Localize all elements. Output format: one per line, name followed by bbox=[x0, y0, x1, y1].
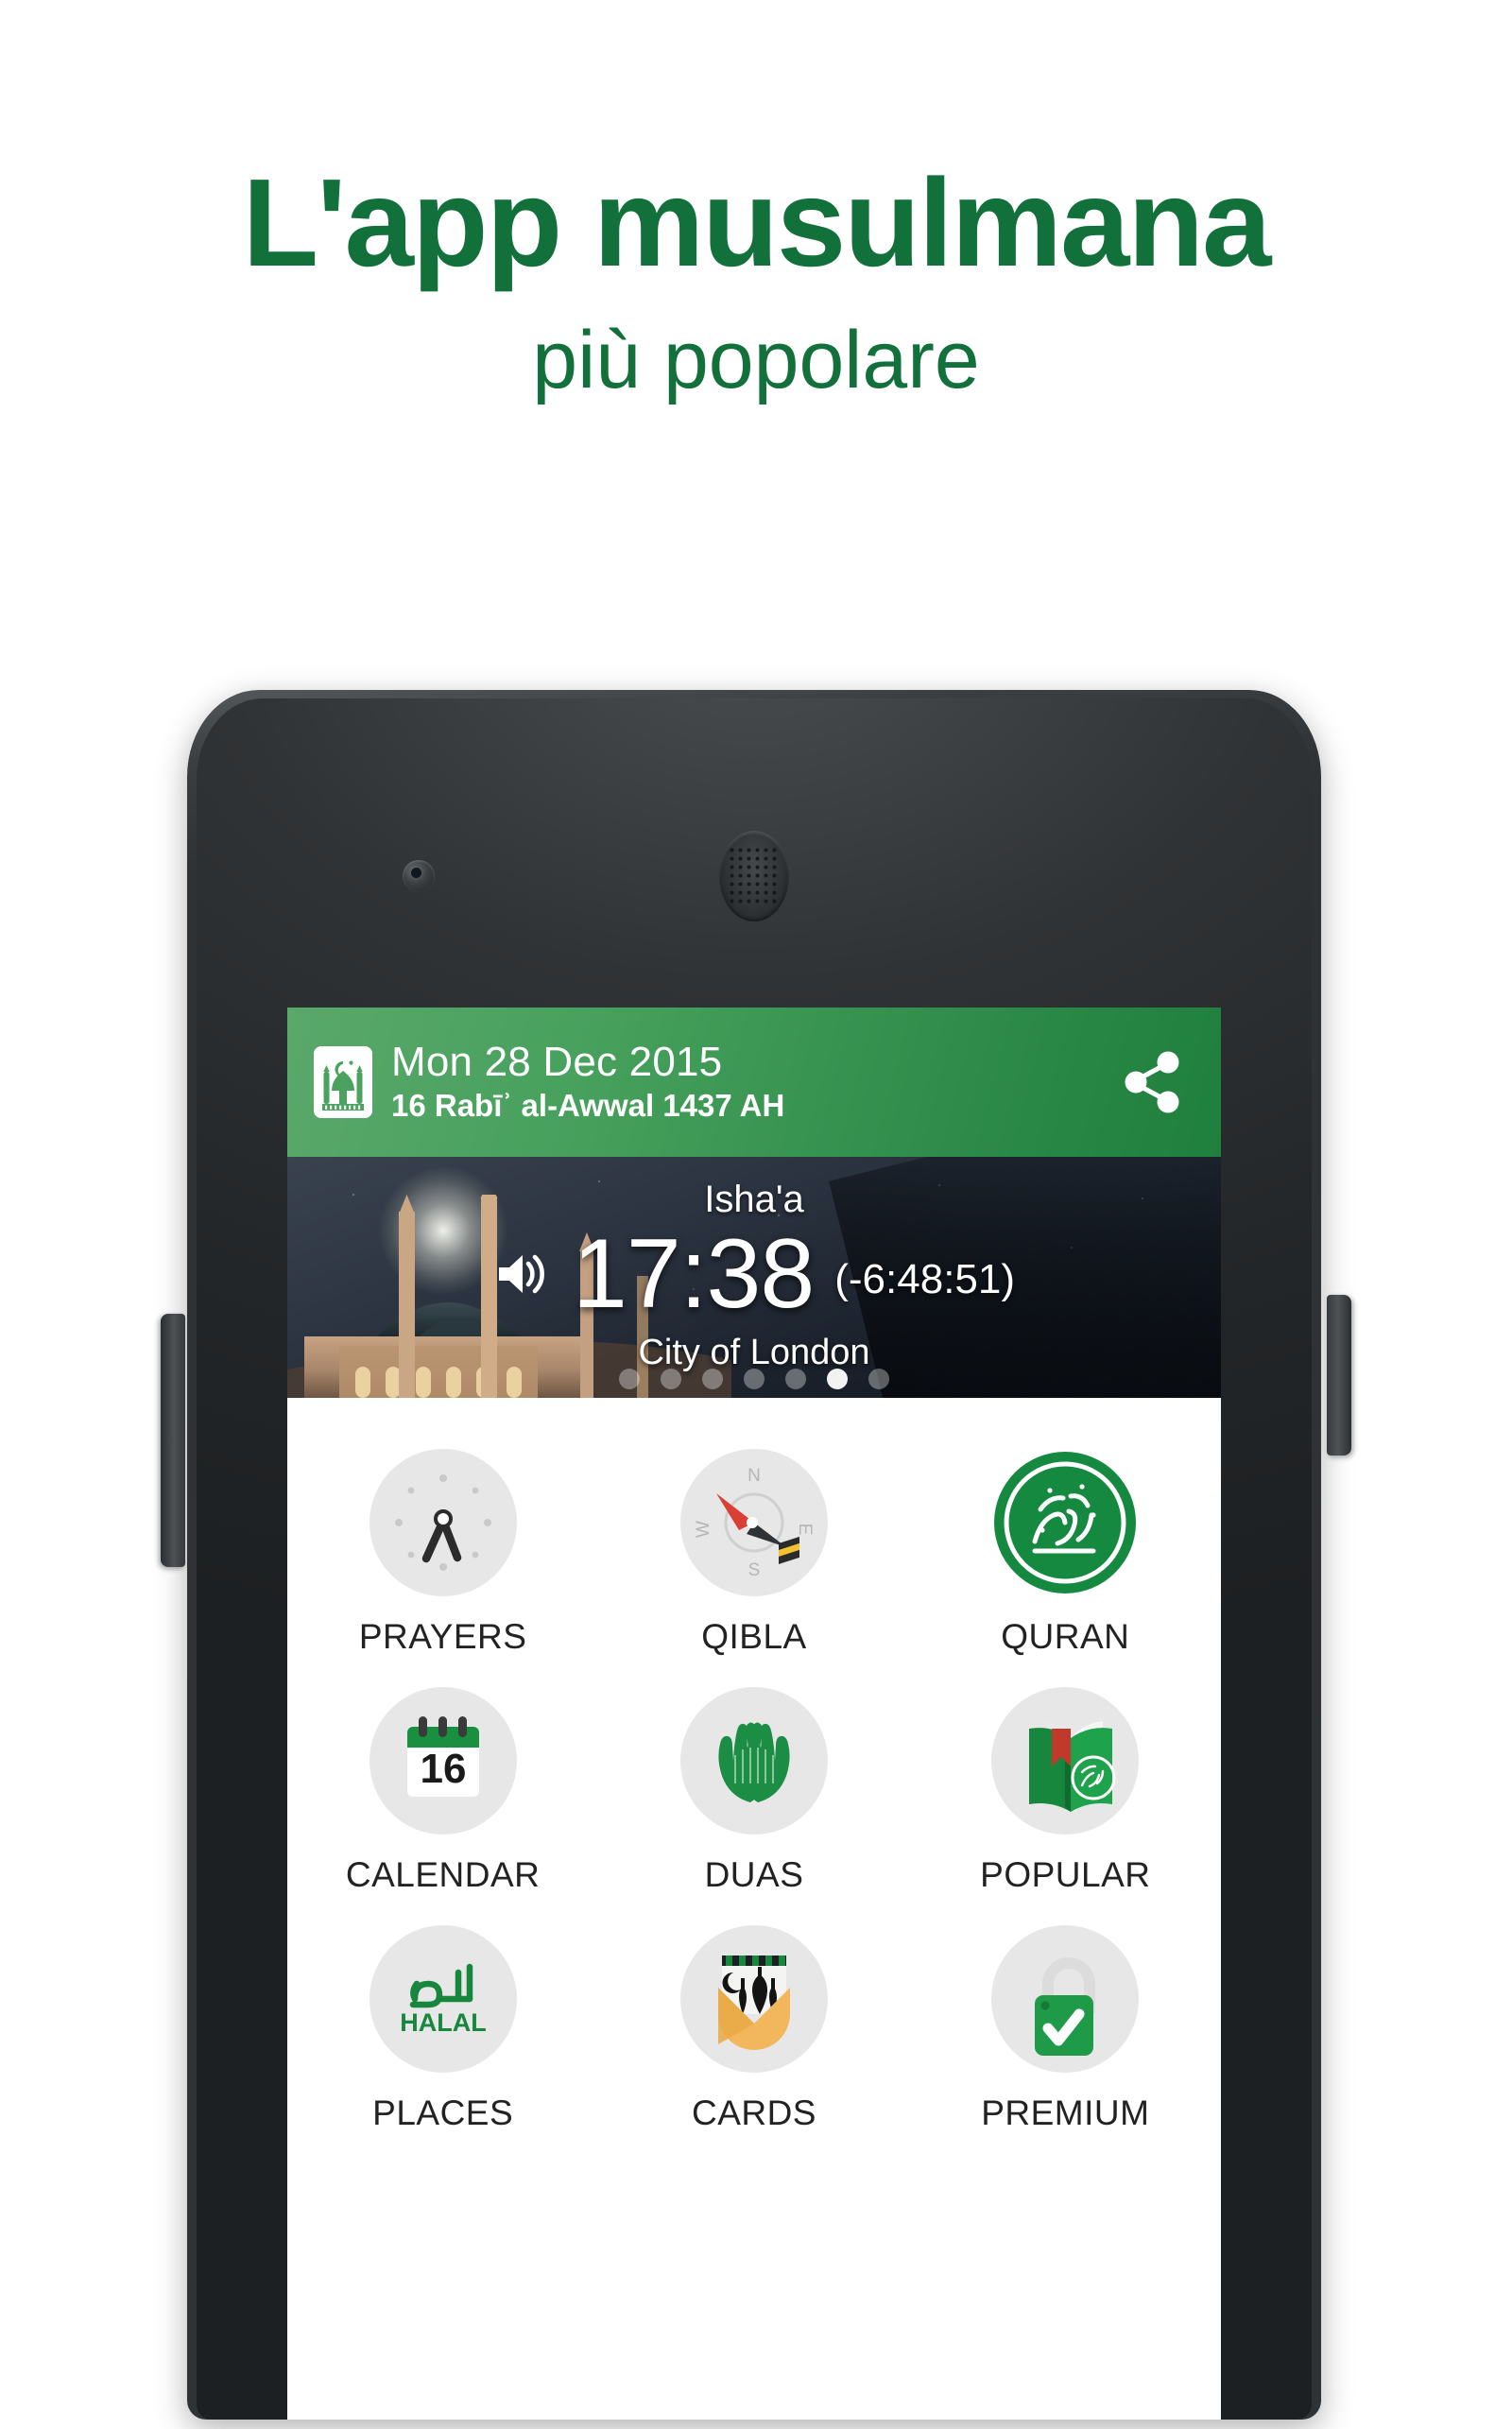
tile-label: QIBLA bbox=[701, 1617, 807, 1656]
praying-hands-icon-svg bbox=[718, 1722, 790, 1802]
tile-label: PREMIUM bbox=[981, 2093, 1150, 2132]
tile-cards[interactable]: CARDS bbox=[598, 1916, 909, 2133]
quran-seal-icon-svg bbox=[994, 1452, 1137, 1593]
phone-front-bezel: Mon 28 Dec 2015 16 Rabīʾ al-Awwal 1437 A… bbox=[197, 698, 1312, 2420]
halal-icon: HALAL bbox=[369, 1925, 517, 2073]
open-book-icon bbox=[991, 1687, 1140, 1835]
next-prayer-banner[interactable]: Isha'a 17:38 (-6:48:51) City of London bbox=[287, 1157, 1221, 1398]
tile-duas[interactable]: DUAS bbox=[598, 1678, 909, 1895]
tile-prayers[interactable]: PRAYERS bbox=[287, 1439, 598, 1657]
halal-icon-svg: HALAL bbox=[400, 1963, 486, 2037]
clock-icon-svg bbox=[394, 1474, 491, 1571]
volume-icon[interactable] bbox=[493, 1245, 552, 1303]
quran-seal-icon bbox=[991, 1449, 1139, 1596]
page-dot[interactable] bbox=[785, 1369, 806, 1389]
phone-body: Mon 28 Dec 2015 16 Rabīʾ al-Awwal 1437 A… bbox=[187, 690, 1321, 2420]
hijri-date: 16 Rabīʾ al-Awwal 1437 AH bbox=[391, 1088, 785, 1124]
tile-premium[interactable]: PREMIUM bbox=[910, 1916, 1221, 2133]
tile-popular[interactable]: POPULAR bbox=[910, 1678, 1221, 1895]
app-bar-dates: Mon 28 Dec 2015 16 Rabīʾ al-Awwal 1437 A… bbox=[391, 1038, 1111, 1125]
promo-title: L'app musulmana bbox=[242, 153, 1272, 292]
praying-hands-icon bbox=[679, 1687, 828, 1835]
phone-screen: Mon 28 Dec 2015 16 Rabīʾ al-Awwal 1437 A… bbox=[287, 1008, 1221, 2420]
page-dot-active[interactable] bbox=[827, 1369, 848, 1389]
clock-icon bbox=[369, 1449, 517, 1596]
share-icon[interactable] bbox=[1111, 1042, 1193, 1123]
shortcut-grid: PRAYERS N S W E QIBLA QURAN 16 CALENDAR … bbox=[287, 1398, 1221, 2133]
app-bar: Mon 28 Dec 2015 16 Rabīʾ al-Awwal 1437 A… bbox=[287, 1008, 1221, 1157]
page-dot[interactable] bbox=[868, 1369, 889, 1389]
earpiece-mesh bbox=[728, 846, 781, 906]
tile-label: DUAS bbox=[704, 1855, 804, 1894]
open-book-icon-svg bbox=[1029, 1721, 1116, 1812]
greeting-card-icon bbox=[679, 1925, 828, 2073]
tile-label: PLACES bbox=[372, 2093, 514, 2132]
greeting-card-icon-svg bbox=[717, 1955, 790, 2050]
tile-label: CALENDAR bbox=[345, 1855, 541, 1894]
padlock-check-icon bbox=[991, 1925, 1140, 2073]
power-button[interactable] bbox=[1327, 1295, 1351, 1456]
calendar-icon-svg: 16 bbox=[406, 1716, 479, 1797]
tile-label: CARDS bbox=[691, 2093, 816, 2132]
share-icon-svg bbox=[1125, 1051, 1179, 1113]
volume-rocker[interactable] bbox=[161, 1314, 185, 1567]
page-dot[interactable] bbox=[744, 1369, 765, 1389]
location-label: City of London bbox=[638, 1332, 870, 1372]
phone-mockup: Mon 28 Dec 2015 16 Rabīʾ al-Awwal 1437 A… bbox=[161, 690, 1351, 2429]
promo-subtitle: più popolare bbox=[532, 315, 980, 405]
page-dot[interactable] bbox=[619, 1369, 640, 1389]
gregorian-date: Mon 28 Dec 2015 bbox=[391, 1038, 723, 1085]
calendar-icon: 16 bbox=[369, 1687, 517, 1835]
tile-label: QURAN bbox=[1001, 1617, 1130, 1656]
calendar-day-number: 16 bbox=[420, 1746, 466, 1792]
prayer-countdown: (-6:48:51) bbox=[834, 1255, 1016, 1302]
prayer-time-row: 17:38 (-6:48:51) bbox=[287, 1225, 1221, 1323]
page-dot[interactable] bbox=[702, 1369, 723, 1389]
hero-content: Isha'a 17:38 (-6:48:51) City of London bbox=[287, 1157, 1221, 1398]
tile-quran[interactable]: QURAN bbox=[910, 1439, 1221, 1657]
halal-word: HALAL bbox=[400, 2008, 486, 2037]
page-dot[interactable] bbox=[661, 1369, 681, 1389]
mosque-icon bbox=[314, 1046, 372, 1118]
promo-header: L'app musulmana più popolare bbox=[0, 0, 1512, 405]
volume-icon-svg bbox=[498, 1254, 544, 1293]
tile-qibla[interactable]: N S W E QIBLA bbox=[598, 1439, 909, 1657]
svg-text:E: E bbox=[795, 1524, 815, 1536]
tile-label: POPULAR bbox=[980, 1855, 1151, 1894]
tile-places[interactable]: HALAL PLACES bbox=[287, 1916, 598, 2133]
compass-icon-svg: N S W E bbox=[694, 1466, 815, 1580]
front-camera-icon bbox=[403, 860, 435, 892]
prayer-name: Isha'a bbox=[704, 1178, 804, 1220]
svg-text:N: N bbox=[747, 1466, 761, 1486]
tile-label: PRAYERS bbox=[358, 1617, 527, 1656]
padlock-check-icon-svg bbox=[1035, 1957, 1096, 2056]
prayer-time: 17:38 bbox=[572, 1218, 815, 1329]
mosque-icon-svg bbox=[314, 1046, 372, 1118]
compass-icon: N S W E bbox=[679, 1449, 828, 1596]
carousel-page-indicator[interactable] bbox=[287, 1369, 1221, 1389]
svg-text:W: W bbox=[694, 1521, 713, 1538]
tile-calendar[interactable]: 16 CALENDAR bbox=[287, 1678, 598, 1895]
svg-text:S: S bbox=[748, 1560, 761, 1580]
earpiece-speaker-icon bbox=[719, 831, 789, 922]
